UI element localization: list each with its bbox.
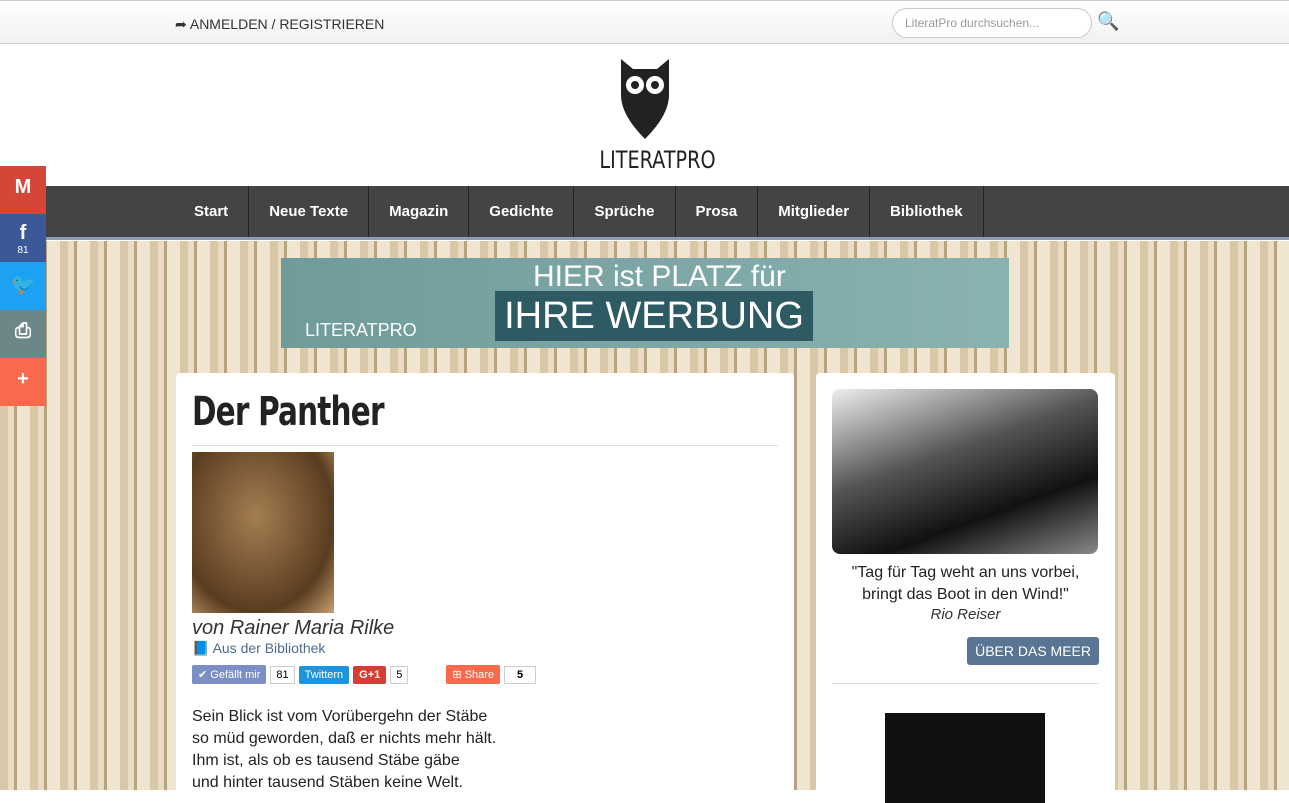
login-link[interactable]: ➦ ANMELDEN / REGISTRIEREN xyxy=(175,16,384,33)
nav-sprueche[interactable]: Sprüche xyxy=(574,186,676,237)
main-nav: Start Neue Texte Magazin Gedichte Sprüch… xyxy=(0,186,1289,240)
ad-banner[interactable]: LITERATPRO HIER ist PLATZ für IHRE WERBU… xyxy=(281,258,1009,348)
site-logo[interactable]: LITERATPRO xyxy=(588,55,716,174)
page-title: Der Panther xyxy=(192,389,385,435)
like-label: Gefällt mir xyxy=(210,669,261,681)
quote-author: Rio Reiser xyxy=(930,606,1001,623)
poem-text: Sein Blick ist vom Vorübergehn der Stäbe… xyxy=(192,706,778,794)
about-sea-button[interactable]: ÜBER DAS MEER xyxy=(967,637,1099,665)
nav-mitglieder[interactable]: Mitglieder xyxy=(758,186,871,237)
like-count: 81 xyxy=(270,665,295,684)
logo-text: LITERATPRO xyxy=(599,146,716,174)
nav-prosa[interactable]: Prosa xyxy=(676,186,759,237)
share-label: Share xyxy=(464,669,495,681)
social-sidebar: M f 81 🐦 ⎙ + xyxy=(0,166,46,406)
twitter-share-button[interactable]: 🐦 xyxy=(0,262,46,310)
facebook-like-button[interactable]: ✔ Gefällt mir xyxy=(192,665,267,684)
print-button[interactable]: ⎙ xyxy=(0,310,46,358)
ad-headline: HIER ist PLATZ für xyxy=(533,260,786,293)
poem-line: und hinter tausend Stäben keine Welt. xyxy=(192,774,463,791)
gplus-count: 5 xyxy=(390,665,409,684)
gmail-share-button[interactable]: M xyxy=(0,166,46,214)
nav-start[interactable]: Start xyxy=(174,186,250,237)
poem-line: Sein Blick ist vom Vorübergehn der Stäbe xyxy=(192,708,488,725)
tweet-button[interactable]: Twittern xyxy=(298,665,350,684)
tweet-label: Twittern xyxy=(304,668,344,681)
typewriter-image xyxy=(832,389,1098,554)
author-name: von Rainer Maria Rilke xyxy=(192,617,395,639)
nav-bibliothek[interactable]: Bibliothek xyxy=(870,186,984,237)
facebook-count: 81 xyxy=(17,245,29,256)
facebook-share-button[interactable]: f 81 xyxy=(0,214,46,262)
top-bar: ➦ ANMELDEN / REGISTRIEREN LiteratPro dur… xyxy=(0,0,1289,44)
poem-line: Ihm ist, als ob es tausend Stäbe gäbe xyxy=(192,752,460,769)
poem-line: so müd geworden, daß er nichts mehr hält… xyxy=(192,730,497,747)
source-link[interactable]: 📘 Aus der Bibliothek xyxy=(192,640,778,657)
ad-logo: LITERATPRO xyxy=(305,320,417,340)
nav-gedichte[interactable]: Gedichte xyxy=(469,186,575,237)
divider xyxy=(192,445,778,446)
share-buttons: ✔ Gefällt mir 81 Twittern G+1 5 ⊞ Share … xyxy=(192,665,778,684)
nav-magazin[interactable]: Magazin xyxy=(369,186,470,237)
source-label: Aus der Bibliothek xyxy=(212,640,326,656)
article-card: Der Panther von Rainer Maria Rilke 📘 Aus… xyxy=(176,373,794,803)
nav-neue-texte[interactable]: Neue Texte xyxy=(249,186,370,237)
divider xyxy=(832,683,1099,684)
share-count: 5 xyxy=(504,665,537,684)
search-icon[interactable]: 🔍 xyxy=(1097,11,1119,32)
owl-icon xyxy=(621,59,669,139)
author-portrait xyxy=(192,452,334,613)
more-share-button[interactable]: + xyxy=(0,358,46,406)
quote-text: "Tag für Tag weht an uns vorbei, bringt … xyxy=(851,564,1080,603)
gplus-button[interactable]: G+1 xyxy=(353,665,387,684)
search-input[interactable]: LiteratPro durchsuchen... xyxy=(892,8,1092,38)
login-label: ANMELDEN / REGISTRIEREN xyxy=(189,16,385,32)
ad-subheadline: IHRE WERBUNG xyxy=(495,291,813,341)
share-button[interactable]: ⊞ Share xyxy=(446,665,501,684)
sidebar-card: "Tag für Tag weht an uns vorbei, bringt … xyxy=(816,373,1115,803)
